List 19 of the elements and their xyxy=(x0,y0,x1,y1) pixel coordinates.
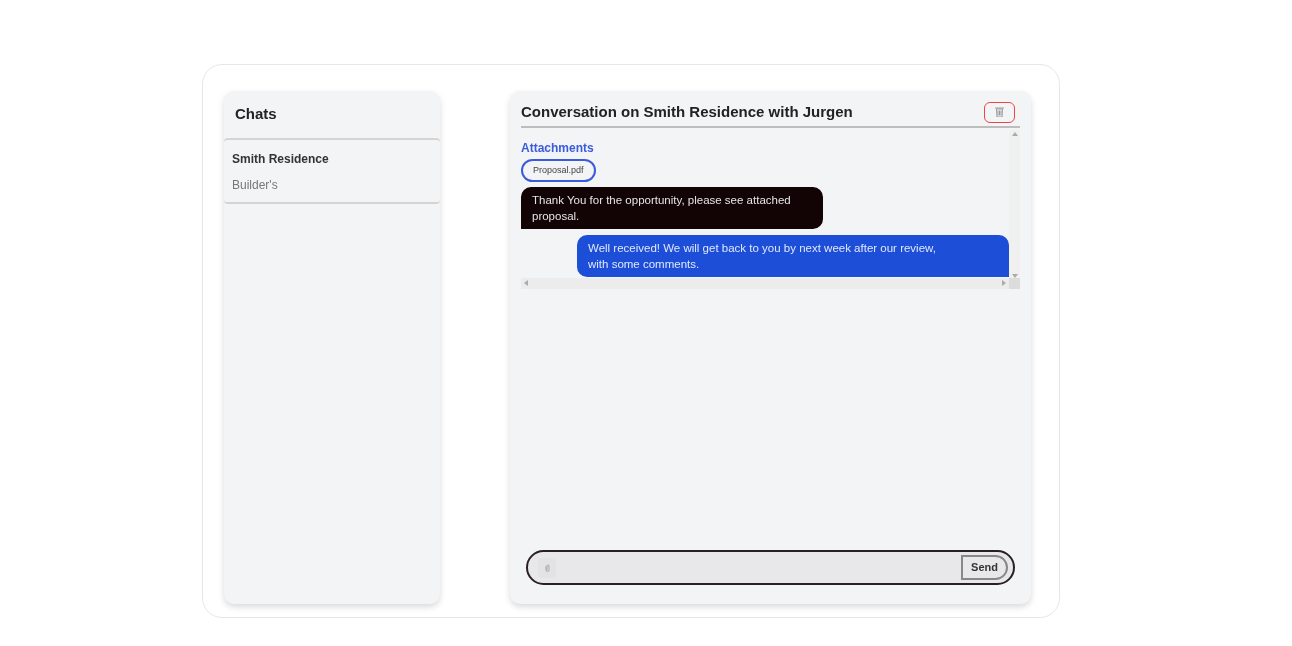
attachments-label: Attachments xyxy=(521,139,595,157)
paperclip-icon xyxy=(544,563,550,572)
chat-subtitle: Builder's xyxy=(232,176,279,194)
scrollbar-corner xyxy=(1009,277,1020,289)
message-bubble: Well received! We will get back to you by next week after our review, with some comments. xyxy=(577,235,1009,277)
chats-title: Chats xyxy=(234,104,278,124)
trash-icon xyxy=(995,107,1004,118)
attachment-chip[interactable]: Proposal.pdf xyxy=(521,158,596,182)
attach-button[interactable] xyxy=(538,557,556,578)
send-button[interactable]: Send xyxy=(961,555,1008,580)
scroll-up-icon[interactable] xyxy=(1011,131,1018,136)
conversation-title: Conversation on Smith Residence with Jurgen xyxy=(521,102,853,122)
delete-button[interactable] xyxy=(984,101,1015,123)
scroll-left-icon[interactable] xyxy=(524,280,528,286)
chat-name: Smith Residence xyxy=(232,150,330,168)
message-composer[interactable]: Send xyxy=(526,550,1015,585)
chat-item[interactable]: Smith Residence Builder's xyxy=(224,137,440,204)
message-bubble: Thank You for the opportunity, please see attached proposal. xyxy=(521,187,823,229)
scroll-right-icon[interactable] xyxy=(1002,280,1006,286)
